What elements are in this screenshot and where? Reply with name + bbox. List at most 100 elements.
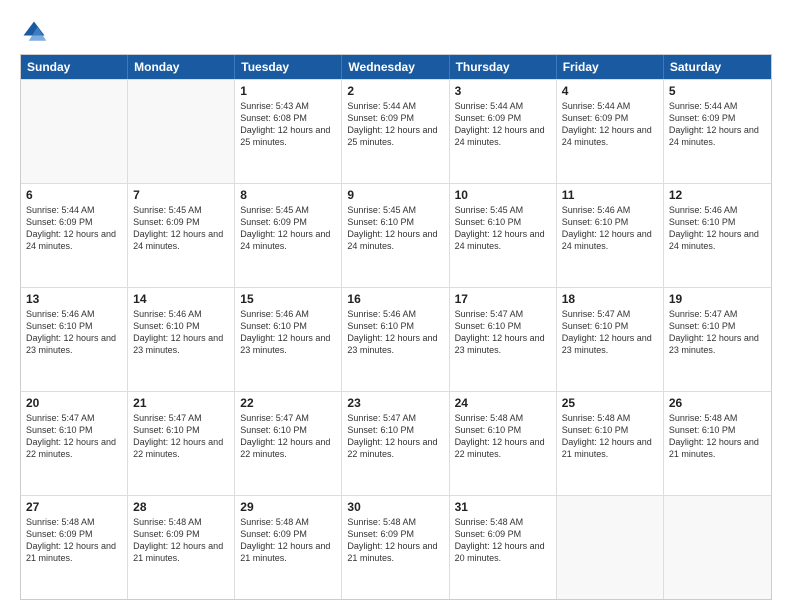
day-number: 8 bbox=[240, 188, 336, 202]
calendar-cell: 8 Sunrise: 5:45 AM Sunset: 6:09 PM Daylig… bbox=[235, 184, 342, 287]
calendar-cell: 9 Sunrise: 5:45 AM Sunset: 6:10 PM Daylig… bbox=[342, 184, 449, 287]
calendar-cell: 6 Sunrise: 5:44 AM Sunset: 6:09 PM Daylig… bbox=[21, 184, 128, 287]
page: SundayMondayTuesdayWednesdayThursdayFrid… bbox=[0, 0, 792, 612]
day-number: 4 bbox=[562, 84, 658, 98]
day-info: Sunrise: 5:47 AM Sunset: 6:10 PM Dayligh… bbox=[26, 412, 122, 461]
day-info: Sunrise: 5:46 AM Sunset: 6:10 PM Dayligh… bbox=[240, 308, 336, 357]
day-number: 12 bbox=[669, 188, 766, 202]
calendar-cell: 2Sunrise: 5:44 AM Sunset: 6:09 PM Daylig… bbox=[342, 80, 449, 183]
day-info: Sunrise: 5:44 AM Sunset: 6:09 PM Dayligh… bbox=[669, 100, 766, 149]
header-day: Tuesday bbox=[235, 55, 342, 79]
day-info: Sunrise: 5:45 AM Sunset: 6:09 PM Dayligh… bbox=[240, 204, 336, 253]
day-number: 14 bbox=[133, 292, 229, 306]
calendar-row: 27 Sunrise: 5:48 AM Sunset: 6:09 PM Dayli… bbox=[21, 495, 771, 599]
calendar-cell: 16 Sunrise: 5:46 AM Sunset: 6:10 PM Dayli… bbox=[342, 288, 449, 391]
calendar-cell: 11 Sunrise: 5:46 AM Sunset: 6:10 PM Dayli… bbox=[557, 184, 664, 287]
day-number: 10 bbox=[455, 188, 551, 202]
header-day: Friday bbox=[557, 55, 664, 79]
calendar-cell: 1 Sunrise: 5:43 AM Sunset: 6:08 PM Daylig… bbox=[235, 80, 342, 183]
calendar-cell: 5 Sunrise: 5:44 AM Sunset: 6:09 PM Daylig… bbox=[664, 80, 771, 183]
day-number: 5 bbox=[669, 84, 766, 98]
day-info: Sunrise: 5:46 AM Sunset: 6:10 PM Dayligh… bbox=[562, 204, 658, 253]
day-info: Sunrise: 5:43 AM Sunset: 6:08 PM Dayligh… bbox=[240, 100, 336, 149]
day-info: Sunrise: 5:47 AM Sunset: 6:10 PM Dayligh… bbox=[133, 412, 229, 461]
day-info: Sunrise: 5:44 AM Sunset: 6:09 PM Dayligh… bbox=[26, 204, 122, 253]
day-info: Sunrise: 5:48 AM Sunset: 6:09 PM Dayligh… bbox=[455, 516, 551, 565]
calendar-cell: 30 Sunrise: 5:48 AM Sunset: 6:09 PM Dayli… bbox=[342, 496, 449, 599]
day-number: 27 bbox=[26, 500, 122, 514]
calendar-cell bbox=[21, 80, 128, 183]
calendar-cell: 25 Sunrise: 5:48 AM Sunset: 6:10 PM Dayli… bbox=[557, 392, 664, 495]
calendar-cell: 15 Sunrise: 5:46 AM Sunset: 6:10 PM Dayli… bbox=[235, 288, 342, 391]
day-number: 30 bbox=[347, 500, 443, 514]
day-info: Sunrise: 5:44 AM Sunset: 6:09 PM Dayligh… bbox=[455, 100, 551, 149]
day-info: Sunrise: 5:45 AM Sunset: 6:10 PM Dayligh… bbox=[455, 204, 551, 253]
calendar-cell: 29 Sunrise: 5:48 AM Sunset: 6:09 PM Dayli… bbox=[235, 496, 342, 599]
day-number: 16 bbox=[347, 292, 443, 306]
calendar-cell: 3Sunrise: 5:44 AM Sunset: 6:09 PM Daylig… bbox=[450, 80, 557, 183]
calendar-cell: 24Sunrise: 5:48 AM Sunset: 6:10 PM Dayli… bbox=[450, 392, 557, 495]
day-number: 25 bbox=[562, 396, 658, 410]
header-day: Saturday bbox=[664, 55, 771, 79]
calendar-row: 1 Sunrise: 5:43 AM Sunset: 6:08 PM Daylig… bbox=[21, 79, 771, 183]
day-number: 6 bbox=[26, 188, 122, 202]
day-number: 1 bbox=[240, 84, 336, 98]
day-number: 28 bbox=[133, 500, 229, 514]
day-number: 29 bbox=[240, 500, 336, 514]
day-number: 15 bbox=[240, 292, 336, 306]
calendar-cell bbox=[128, 80, 235, 183]
day-number: 26 bbox=[669, 396, 766, 410]
day-info: Sunrise: 5:47 AM Sunset: 6:10 PM Dayligh… bbox=[669, 308, 766, 357]
calendar-cell: 17 Sunrise: 5:47 AM Sunset: 6:10 PM Dayli… bbox=[450, 288, 557, 391]
calendar-cell: 14Sunrise: 5:46 AM Sunset: 6:10 PM Dayli… bbox=[128, 288, 235, 391]
day-info: Sunrise: 5:47 AM Sunset: 6:10 PM Dayligh… bbox=[240, 412, 336, 461]
calendar-cell: 18 Sunrise: 5:47 AM Sunset: 6:10 PM Dayli… bbox=[557, 288, 664, 391]
day-info: Sunrise: 5:46 AM Sunset: 6:10 PM Dayligh… bbox=[347, 308, 443, 357]
day-info: Sunrise: 5:48 AM Sunset: 6:10 PM Dayligh… bbox=[562, 412, 658, 461]
header bbox=[20, 18, 772, 46]
day-number: 18 bbox=[562, 292, 658, 306]
day-info: Sunrise: 5:47 AM Sunset: 6:10 PM Dayligh… bbox=[455, 308, 551, 357]
day-number: 11 bbox=[562, 188, 658, 202]
day-info: Sunrise: 5:45 AM Sunset: 6:09 PM Dayligh… bbox=[133, 204, 229, 253]
calendar-cell: 13 Sunrise: 5:46 AM Sunset: 6:10 PM Dayli… bbox=[21, 288, 128, 391]
day-number: 23 bbox=[347, 396, 443, 410]
header-day: Thursday bbox=[450, 55, 557, 79]
day-info: Sunrise: 5:47 AM Sunset: 6:10 PM Dayligh… bbox=[562, 308, 658, 357]
day-number: 22 bbox=[240, 396, 336, 410]
day-number: 21 bbox=[133, 396, 229, 410]
calendar-body: 1 Sunrise: 5:43 AM Sunset: 6:08 PM Daylig… bbox=[21, 79, 771, 599]
calendar-row: 20Sunrise: 5:47 AM Sunset: 6:10 PM Dayli… bbox=[21, 391, 771, 495]
calendar-cell: 20Sunrise: 5:47 AM Sunset: 6:10 PM Dayli… bbox=[21, 392, 128, 495]
calendar-cell: 31 Sunrise: 5:48 AM Sunset: 6:09 PM Dayli… bbox=[450, 496, 557, 599]
day-info: Sunrise: 5:44 AM Sunset: 6:09 PM Dayligh… bbox=[562, 100, 658, 149]
calendar-cell: 21 Sunrise: 5:47 AM Sunset: 6:10 PM Dayli… bbox=[128, 392, 235, 495]
calendar-cell bbox=[664, 496, 771, 599]
calendar-row: 13 Sunrise: 5:46 AM Sunset: 6:10 PM Dayli… bbox=[21, 287, 771, 391]
calendar-cell: 19 Sunrise: 5:47 AM Sunset: 6:10 PM Dayli… bbox=[664, 288, 771, 391]
calendar-cell: 7Sunrise: 5:45 AM Sunset: 6:09 PM Daylig… bbox=[128, 184, 235, 287]
day-info: Sunrise: 5:48 AM Sunset: 6:09 PM Dayligh… bbox=[347, 516, 443, 565]
calendar-cell: 23 Sunrise: 5:47 AM Sunset: 6:10 PM Dayli… bbox=[342, 392, 449, 495]
calendar-cell: 12Sunrise: 5:46 AM Sunset: 6:10 PM Dayli… bbox=[664, 184, 771, 287]
header-day: Sunday bbox=[21, 55, 128, 79]
day-info: Sunrise: 5:45 AM Sunset: 6:10 PM Dayligh… bbox=[347, 204, 443, 253]
day-info: Sunrise: 5:48 AM Sunset: 6:09 PM Dayligh… bbox=[26, 516, 122, 565]
day-info: Sunrise: 5:47 AM Sunset: 6:10 PM Dayligh… bbox=[347, 412, 443, 461]
calendar: SundayMondayTuesdayWednesdayThursdayFrid… bbox=[20, 54, 772, 600]
day-info: Sunrise: 5:48 AM Sunset: 6:09 PM Dayligh… bbox=[240, 516, 336, 565]
day-number: 9 bbox=[347, 188, 443, 202]
logo bbox=[20, 18, 52, 46]
day-info: Sunrise: 5:46 AM Sunset: 6:10 PM Dayligh… bbox=[26, 308, 122, 357]
day-info: Sunrise: 5:48 AM Sunset: 6:10 PM Dayligh… bbox=[669, 412, 766, 461]
calendar-cell: 10 Sunrise: 5:45 AM Sunset: 6:10 PM Dayli… bbox=[450, 184, 557, 287]
calendar-cell: 28Sunrise: 5:48 AM Sunset: 6:09 PM Dayli… bbox=[128, 496, 235, 599]
calendar-cell: 27 Sunrise: 5:48 AM Sunset: 6:09 PM Dayli… bbox=[21, 496, 128, 599]
day-number: 19 bbox=[669, 292, 766, 306]
day-number: 13 bbox=[26, 292, 122, 306]
day-number: 31 bbox=[455, 500, 551, 514]
day-number: 17 bbox=[455, 292, 551, 306]
logo-icon bbox=[20, 18, 48, 46]
calendar-row: 6 Sunrise: 5:44 AM Sunset: 6:09 PM Daylig… bbox=[21, 183, 771, 287]
calendar-header: SundayMondayTuesdayWednesdayThursdayFrid… bbox=[21, 55, 771, 79]
